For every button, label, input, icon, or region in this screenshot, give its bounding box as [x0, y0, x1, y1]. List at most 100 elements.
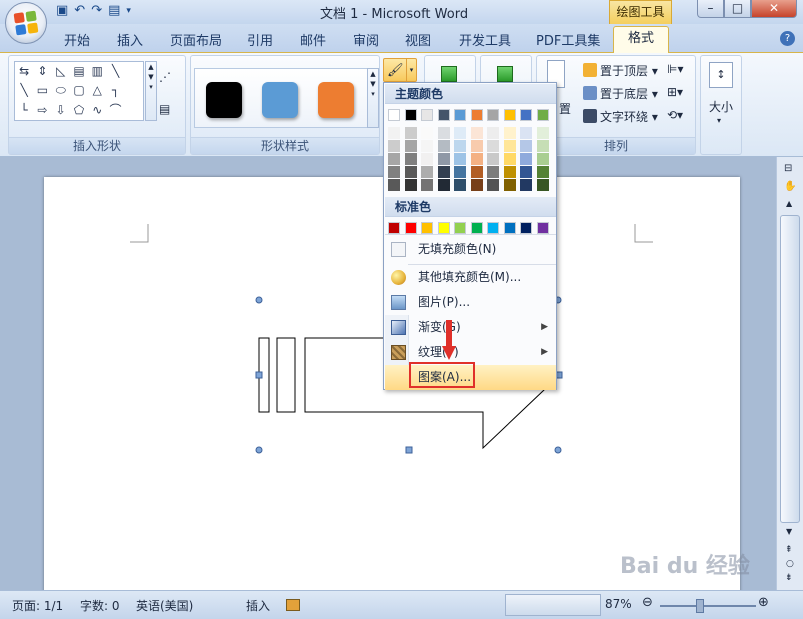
shape-oval-icon[interactable]: ⬭ [52, 81, 70, 100]
theme-color-shade[interactable] [437, 166, 450, 178]
theme-color-shade[interactable] [454, 127, 466, 139]
scroll-up-icon[interactable]: ▲ [786, 199, 792, 208]
shape-textbox-icon[interactable]: ▥ [88, 62, 106, 81]
office-button[interactable] [5, 2, 47, 44]
theme-color-shade[interactable] [454, 179, 466, 191]
theme-color-shade[interactable] [470, 127, 483, 139]
save-icon[interactable]: ▣ [56, 3, 68, 18]
theme-color-swatch[interactable] [536, 109, 549, 121]
standard-color-swatch[interactable] [503, 222, 516, 234]
add-text-icon[interactable]: ▤ [159, 102, 170, 116]
standard-color-swatch[interactable] [487, 222, 499, 234]
edit-shape-icon[interactable]: ⋰ [159, 70, 171, 84]
shape-arrow-icon[interactable]: ⇆ [15, 62, 33, 81]
shape-right-arrow-icon[interactable]: ⇨ [33, 101, 51, 120]
view-buttons[interactable] [505, 594, 601, 616]
shape-textbox-icon[interactable]: ▤ [70, 62, 88, 81]
theme-color-shade[interactable] [454, 153, 466, 165]
theme-color-shade[interactable] [536, 140, 549, 152]
theme-color-shade[interactable] [503, 127, 516, 139]
theme-color-shade[interactable] [437, 179, 450, 191]
tab-insert[interactable]: 插入 [117, 30, 143, 49]
vertical-scrollbar[interactable]: ⊟ ✋ ▲ ▼ ⇞ ○ ⇟ [776, 157, 803, 590]
prev-page-icon[interactable]: ⇞ [785, 545, 793, 555]
tab-references[interactable]: 引用 [247, 30, 273, 49]
theme-color-swatch[interactable] [470, 109, 483, 121]
standard-color-swatch[interactable] [388, 222, 400, 234]
scroll-thumb[interactable] [780, 215, 800, 523]
theme-color-shade[interactable] [520, 127, 532, 139]
zoom-in-icon[interactable]: ⊕ [758, 595, 769, 610]
status-word-count[interactable]: 字数: 0 [80, 597, 120, 614]
theme-color-shade[interactable] [487, 140, 499, 152]
theme-color-shade[interactable] [388, 166, 400, 178]
theme-color-shade[interactable] [388, 127, 400, 139]
theme-color-shade[interactable] [454, 166, 466, 178]
theme-color-shade[interactable] [404, 153, 417, 165]
selection-handle[interactable] [255, 371, 263, 379]
zoom-slider-thumb[interactable] [696, 599, 704, 613]
theme-color-shade[interactable] [470, 179, 483, 191]
size-button-label[interactable]: 大小 [709, 98, 733, 115]
tab-developer[interactable]: 开发工具 [459, 30, 511, 49]
ruler-toggle-icon[interactable]: ⊟ [784, 163, 792, 174]
theme-color-shade[interactable] [404, 127, 417, 139]
theme-color-shade[interactable] [503, 179, 516, 191]
shape-style-blue[interactable] [262, 82, 298, 118]
theme-color-shade[interactable] [520, 153, 532, 165]
shape-connector-icon[interactable]: └ [15, 101, 33, 120]
size-dropdown-icon[interactable]: ▾ [717, 116, 721, 125]
3d-effects-icon[interactable] [497, 66, 513, 82]
maximize-button[interactable]: □ [724, 0, 751, 18]
shadow-effects-icon[interactable] [441, 66, 457, 82]
theme-color-shade[interactable] [388, 140, 400, 152]
theme-color-swatch[interactable] [454, 109, 466, 121]
help-icon[interactable]: ? [780, 31, 795, 46]
theme-color-shade[interactable] [487, 153, 499, 165]
tab-home[interactable]: 开始 [64, 30, 90, 49]
theme-color-shade[interactable] [520, 179, 532, 191]
theme-color-swatch[interactable] [503, 109, 516, 121]
minimize-button[interactable]: – [697, 0, 724, 18]
scroll-down-icon[interactable]: ▼ [786, 527, 792, 536]
select-browse-object-icon[interactable]: ○ [786, 559, 794, 569]
shape-down-arrow-icon[interactable]: ⇩ [52, 101, 70, 120]
theme-color-shade[interactable] [487, 179, 499, 191]
redo-icon[interactable]: ↷ [91, 3, 102, 18]
theme-color-shade[interactable] [388, 153, 400, 165]
theme-color-swatch[interactable] [437, 109, 450, 121]
shape-rounded-rect-icon[interactable]: ▢ [70, 81, 88, 100]
theme-color-shade[interactable] [437, 153, 450, 165]
theme-color-shade[interactable] [503, 140, 516, 152]
gradient-fill-item[interactable]: 渐变(G) ▶ [385, 315, 556, 340]
tab-format[interactable]: 格式 [613, 26, 669, 53]
selection-handle[interactable] [554, 446, 562, 454]
shape-connector-icon[interactable]: ┐ [106, 81, 124, 100]
shape-curve-icon[interactable]: ∿ [88, 101, 106, 120]
shape-styles-gallery[interactable] [194, 68, 374, 128]
customize-qat-icon[interactable]: ▾ [126, 6, 131, 16]
shape-styles-scroll[interactable]: ▲ ▼ ▾ [367, 68, 379, 128]
standard-color-swatch[interactable] [421, 222, 433, 234]
shape-arrow-icon[interactable]: ⇕ [33, 62, 51, 81]
theme-color-swatch[interactable] [487, 109, 499, 121]
theme-color-swatch[interactable] [404, 109, 417, 121]
theme-color-shade[interactable] [536, 153, 549, 165]
standard-color-swatch[interactable] [470, 222, 483, 234]
shape-arc-icon[interactable]: ⌒ [106, 101, 124, 120]
shape-style-black[interactable] [206, 82, 242, 118]
theme-color-swatch[interactable] [388, 109, 400, 121]
theme-color-shade[interactable] [404, 140, 417, 152]
theme-color-swatch[interactable] [520, 109, 532, 121]
shapes-gallery-scroll[interactable]: ▲ ▼ ▾ [145, 61, 157, 121]
theme-color-shade[interactable] [421, 153, 433, 165]
shape-fill-button[interactable]: 🖌 ▾ [383, 58, 417, 82]
theme-color-shade[interactable] [536, 166, 549, 178]
shape-style-orange[interactable] [318, 82, 354, 118]
undo-icon[interactable]: ↶ [74, 3, 85, 18]
group-objects-icon[interactable]: ⊞▾ [667, 85, 683, 99]
status-zoom-level[interactable]: 87% [605, 597, 632, 611]
theme-color-shade[interactable] [404, 179, 417, 191]
tab-review[interactable]: 审阅 [353, 30, 379, 49]
selection-handle[interactable] [255, 296, 263, 304]
